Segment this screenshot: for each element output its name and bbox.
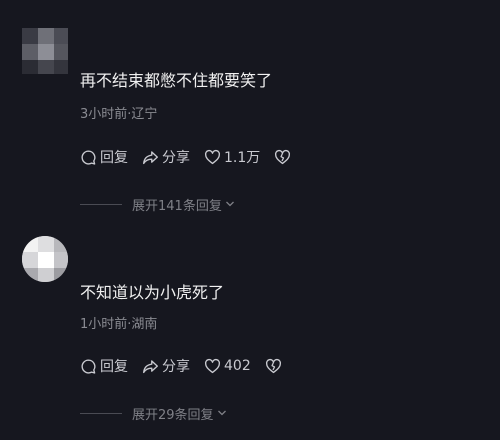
comment-text[interactable]: 再不结束都憋不住都要笑了 [80,67,272,91]
reply-label: 回复 [100,359,128,375]
divider-line [80,412,122,414]
share-label: 分享 [162,359,190,375]
dislike-broken-heart-icon [265,358,281,373]
like-count: 1.1万 [224,150,261,166]
comment-text[interactable]: 不知道以为小虎死了 [80,279,224,303]
chevron-down-icon [217,410,226,416]
comment-meta: 3小时前·辽宁 [80,107,158,122]
divider-line [80,203,122,205]
share-icon [143,359,158,373]
expand-replies-button[interactable]: 展开141条回复 [80,195,235,214]
expand-replies-label: 展开141条回复 [132,198,222,214]
avatar[interactable] [22,236,68,282]
expand-replies-button[interactable]: 展开29条回复 [80,404,227,423]
reply-icon [81,149,96,165]
share-label: 分享 [162,150,190,166]
like-button[interactable]: 402 [204,358,251,375]
expand-replies-label: 展开29条回复 [132,407,214,423]
avatar[interactable] [22,28,68,74]
reply-icon [81,358,96,374]
like-heart-icon [204,149,221,164]
like-count: 402 [224,358,251,374]
chevron-down-icon [225,201,234,207]
comments-panel: 再不结束都憋不住都要笑了 3小时前·辽宁 回复 分享 1.1万 展开141条回复… [0,0,500,440]
share-button[interactable]: 分享 [142,356,190,376]
comment-actions: 回复 分享 1.1万 [80,147,305,167]
share-icon [143,150,158,164]
comment-meta: 1小时前·湖南 [80,317,158,332]
comment-actions: 回复 分享 402 [80,356,296,376]
share-button[interactable]: 分享 [142,147,190,167]
reply-label: 回复 [100,150,128,166]
dislike-button[interactable] [265,358,282,375]
dislike-button[interactable] [274,149,291,166]
reply-button[interactable]: 回复 [80,356,128,376]
like-heart-icon [204,358,221,373]
dislike-broken-heart-icon [275,149,291,164]
like-button[interactable]: 1.1万 [204,147,260,167]
reply-button[interactable]: 回复 [80,147,128,167]
